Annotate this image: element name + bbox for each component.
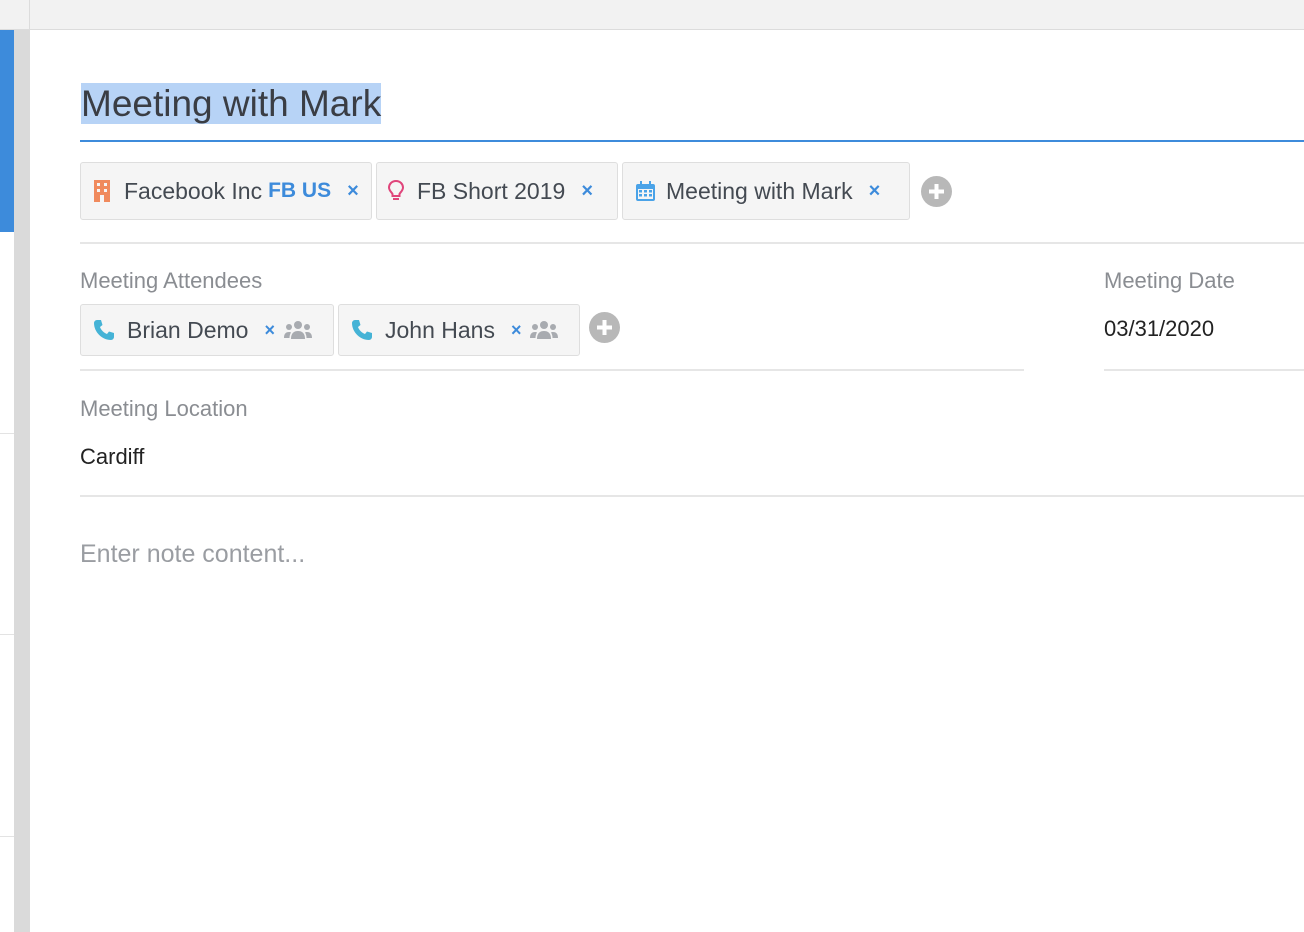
add-attendee-button[interactable] [589,312,620,343]
attendee-chip[interactable]: John Hans × [338,304,580,356]
tag-chip-meeting[interactable]: Meeting with Mark × [622,162,910,220]
note-editor-panel: Meeting with Mark Facebook Inc FB US × F… [30,30,1304,932]
tag-chip-company[interactable]: Facebook Inc FB US × [80,162,372,220]
phone-icon [351,319,373,341]
note-title[interactable]: Meeting with Mark [80,80,382,128]
top-toolbar [0,0,1304,30]
toolbar-divider [29,0,30,29]
meeting-date-value[interactable]: 03/31/2020 [1104,316,1214,342]
tag-chip-opportunity[interactable]: FB Short 2019 × [376,162,618,220]
location-divider [80,495,1304,497]
linked-records-row: Facebook Inc FB US × FB Short 2019 × Mee… [80,162,1304,244]
title-selection: Meeting with Mark [81,83,382,124]
group-icon [529,320,559,340]
attendees-divider [80,369,1024,371]
tag-label: Facebook Inc [124,177,263,204]
remove-attendee-icon[interactable]: × [511,320,522,341]
remove-tag-icon[interactable]: × [347,180,359,203]
note-content-editor[interactable]: Enter note content... [80,540,305,569]
lightbulb-icon [387,180,405,202]
note-title-field[interactable]: Meeting with Mark [80,78,1304,142]
meeting-location-label: Meeting Location [80,396,248,421]
phone-icon [93,319,115,341]
meeting-location-value[interactable]: Cardiff [80,444,144,470]
tag-label: Meeting with Mark [666,177,853,204]
attendee-chip[interactable]: Brian Demo × [80,304,334,356]
ticker-badge: FB US [268,179,332,202]
left-rail-active-item[interactable] [0,30,14,232]
left-rail-divider [0,634,14,635]
date-divider [1104,369,1304,371]
tag-label: FB Short 2019 [417,177,566,204]
building-icon [93,180,111,202]
calendar-icon [635,181,655,201]
plus-icon [597,320,612,335]
group-icon [283,320,313,340]
plus-icon [929,184,944,199]
attendees-label: Meeting Attendees [80,268,263,293]
left-rail-divider [0,836,14,837]
remove-tag-icon[interactable]: × [869,180,881,203]
remove-tag-icon[interactable]: × [581,180,593,203]
attendee-name: John Hans [385,316,495,343]
add-link-button[interactable] [921,176,952,207]
attendee-name: Brian Demo [127,316,249,343]
meeting-date-label: Meeting Date [1104,268,1235,293]
left-rail-divider [0,433,14,434]
remove-attendee-icon[interactable]: × [264,320,275,341]
panel-scrollbar[interactable] [14,30,30,932]
